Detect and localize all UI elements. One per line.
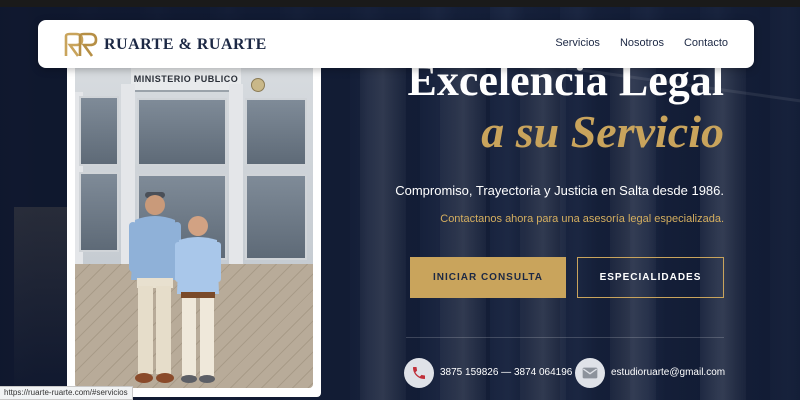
- email-address[interactable]: estudioruarte@gmail.com: [611, 367, 725, 378]
- browser-top-strip: [0, 0, 800, 7]
- building-window: [245, 98, 307, 166]
- building-pillar: [229, 84, 243, 264]
- hero-cta-text: Contactanos ahora para una asesoría lega…: [440, 213, 724, 225]
- specialties-button[interactable]: ESPECIALIDADES: [577, 257, 724, 298]
- phone-numbers[interactable]: 3875 159826 — 3874 064196: [440, 367, 572, 378]
- mail-icon[interactable]: [575, 358, 605, 388]
- hero-title-accent: a su Servicio: [481, 106, 724, 157]
- nav-item-contacto[interactable]: Contacto: [684, 37, 728, 49]
- hero-subtitle: Compromiso, Trayectoria y Justicia en Sa…: [395, 183, 724, 198]
- start-consultation-button[interactable]: INICIAR CONSULTA: [410, 257, 566, 298]
- building-window: [79, 172, 119, 252]
- nav-item-nosotros[interactable]: Nosotros: [620, 37, 664, 49]
- team-photo-card: MINISTERIO PUBLICO: [67, 56, 321, 397]
- brand-name[interactable]: RUARTE & RUARTE: [104, 36, 267, 54]
- building-window: [79, 96, 119, 166]
- building-sign: MINISTERIO PUBLICO: [131, 64, 241, 92]
- status-bar-url: https://ruarte-ruarte.com/#servicios: [0, 386, 133, 400]
- main-nav: Servicios Nosotros Contacto: [555, 37, 728, 49]
- person-right: [175, 216, 221, 383]
- nav-item-servicios[interactable]: Servicios: [555, 37, 600, 49]
- contact-divider: [406, 337, 724, 338]
- coat-of-arms-icon: [251, 78, 265, 92]
- team-photo: MINISTERIO PUBLICO: [75, 64, 313, 388]
- building-window: [137, 98, 227, 166]
- site-header: RUARTE & RUARTE Servicios Nosotros Conta…: [38, 20, 754, 68]
- phone-icon[interactable]: [404, 358, 434, 388]
- building-window: [245, 174, 307, 260]
- rr-monogram-icon[interactable]: [64, 32, 98, 58]
